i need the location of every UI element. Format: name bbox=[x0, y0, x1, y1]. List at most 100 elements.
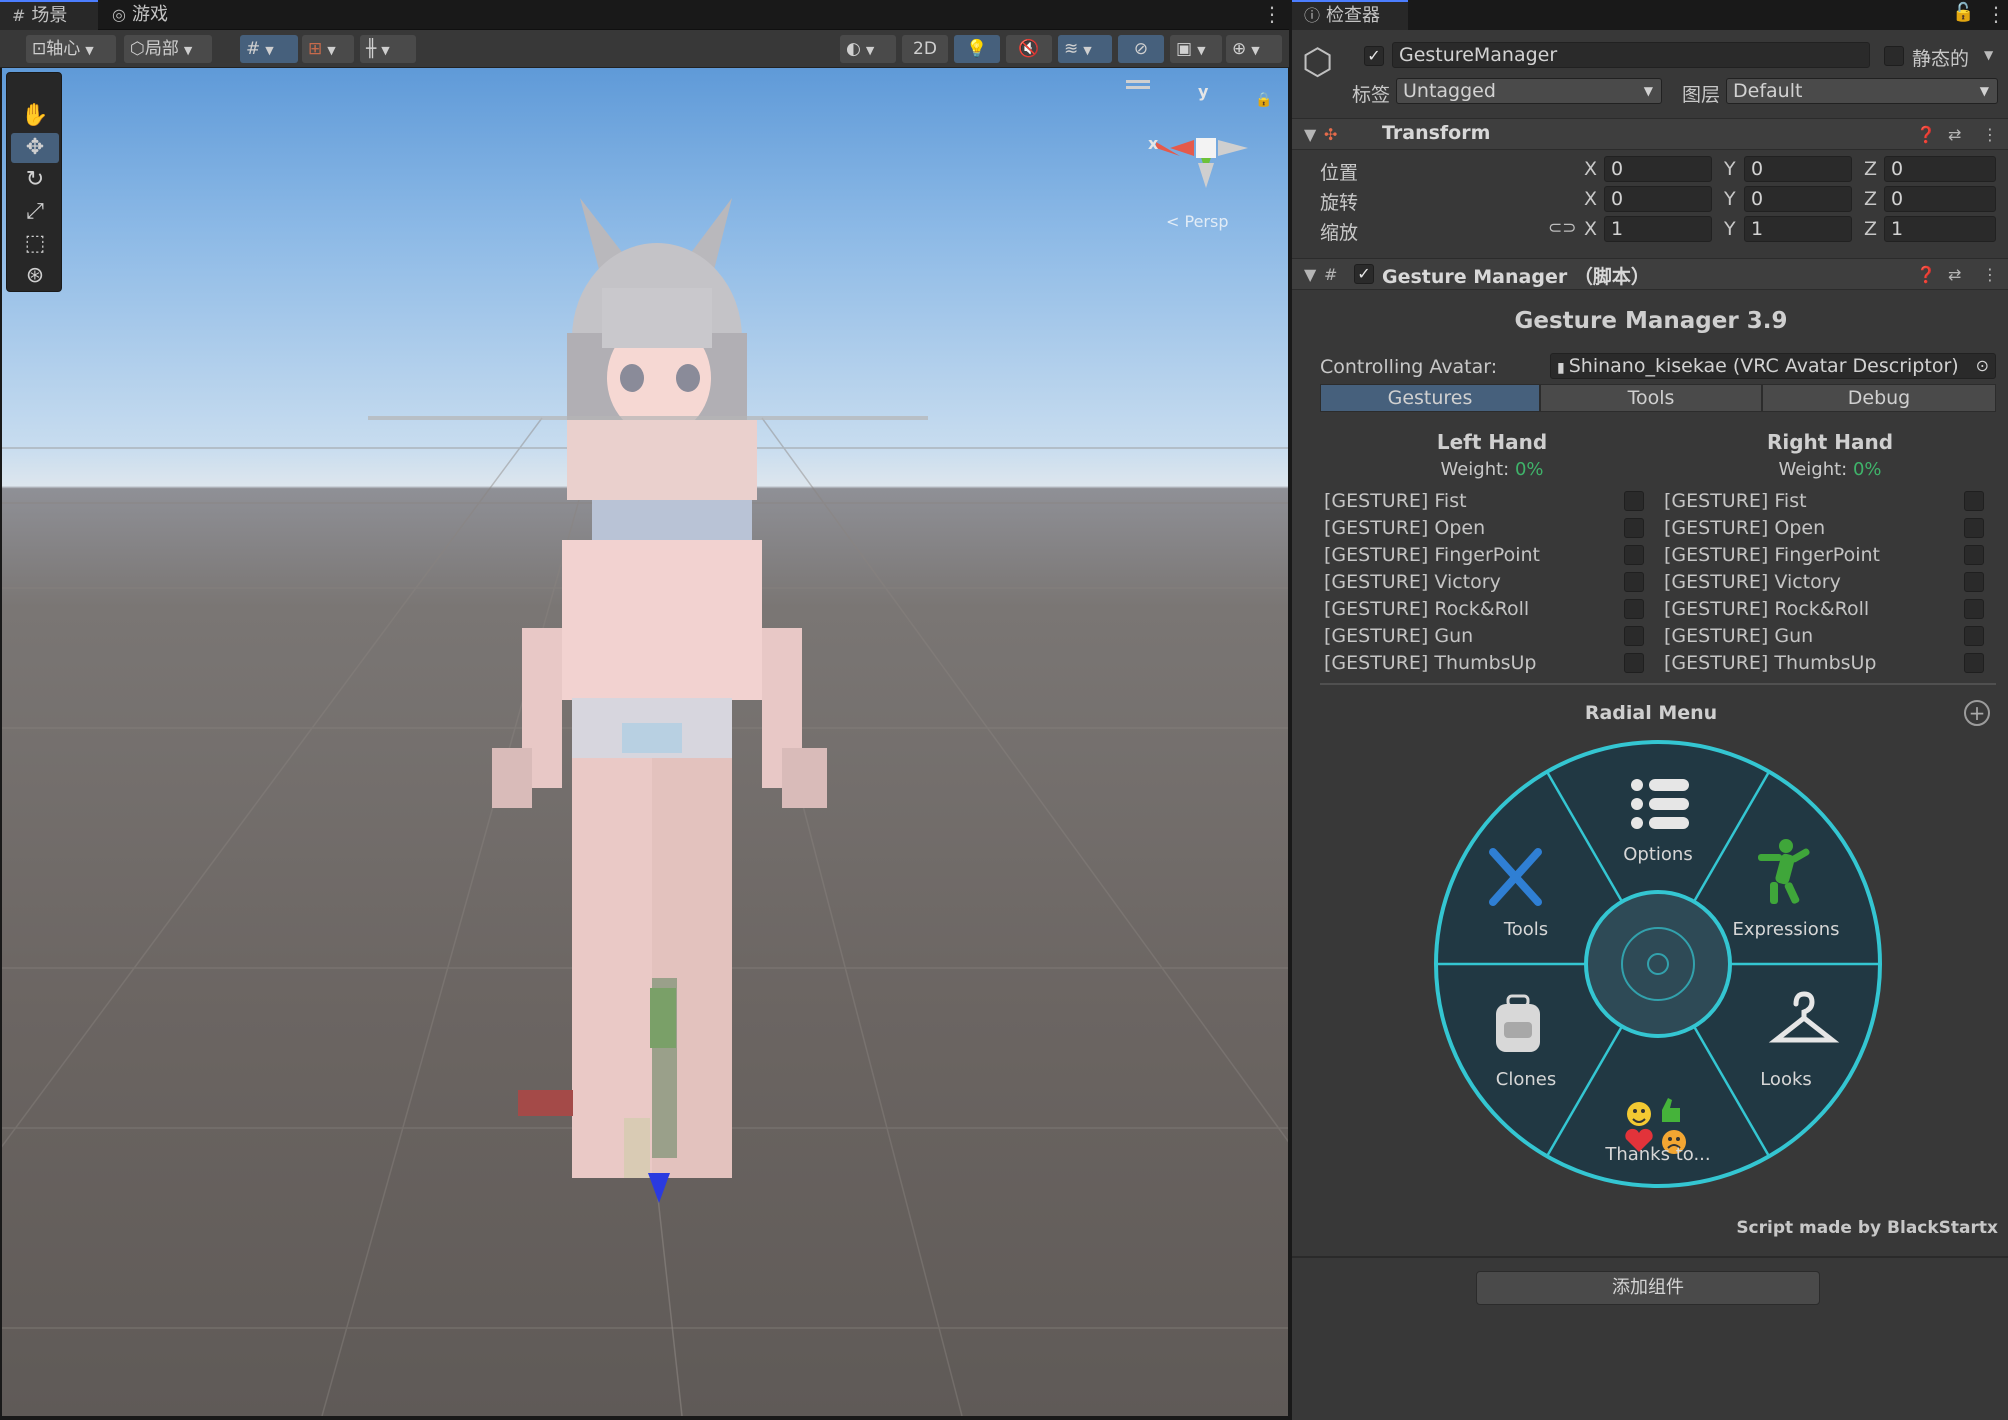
more-menu-icon[interactable]: ⋮ bbox=[1982, 265, 1998, 284]
move-tool-icon[interactable]: ✥ bbox=[11, 133, 59, 163]
radial-expressions-label[interactable]: Expressions bbox=[1706, 919, 1866, 940]
pivot-icon: ⊡ bbox=[32, 39, 47, 59]
tab-tools[interactable]: Tools bbox=[1540, 384, 1762, 412]
help-icon[interactable]: ❓ bbox=[1916, 265, 1936, 284]
object-name-field[interactable]: GestureManager bbox=[1392, 42, 1870, 68]
rect-tool-icon[interactable]: ⬚ bbox=[11, 229, 59, 259]
link-icon[interactable]: ⊂⊃ bbox=[1548, 218, 1577, 238]
object-picker-icon[interactable]: ⊙ bbox=[1976, 354, 1989, 378]
pivot-marker[interactable] bbox=[648, 1173, 670, 1203]
pos-z-field[interactable]: 0 bbox=[1884, 156, 1996, 182]
pivot-label: 轴心 bbox=[46, 39, 81, 59]
add-component-button[interactable]: 添加组件 bbox=[1476, 1271, 1820, 1305]
tab-scene[interactable]: # 场景 bbox=[0, 0, 98, 30]
ruler-button[interactable]: ╫ ▼ bbox=[360, 35, 416, 63]
radial-menu[interactable] bbox=[1428, 734, 1888, 1194]
radial-tools-label[interactable]: Tools bbox=[1446, 919, 1606, 940]
inspector-panel: ⓘ 检查器 🔓 ⋮ ⬡ ✓ GestureManager 静态的 ▼ 标签 Unt… bbox=[1290, 0, 2008, 1420]
radial-clones-label[interactable]: Clones bbox=[1446, 1069, 1606, 1090]
right-gesture-open-checkbox[interactable] bbox=[1964, 518, 1984, 538]
pos-y-field[interactable]: 0 bbox=[1744, 156, 1852, 182]
increment-snap-button[interactable]: ⊞ ▼ bbox=[302, 35, 354, 63]
right-gesture-victory-checkbox[interactable] bbox=[1964, 572, 1984, 592]
lighting-toggle[interactable]: 💡 bbox=[954, 35, 1000, 63]
tab-game[interactable]: ◎ 游戏 bbox=[100, 0, 190, 30]
rot-x-axis: X bbox=[1584, 188, 1598, 210]
audio-toggle[interactable]: 🔇 bbox=[1006, 35, 1052, 63]
foldout-arrow-icon[interactable]: ▼ bbox=[1304, 265, 1316, 284]
help-icon[interactable]: ❓ bbox=[1916, 125, 1936, 144]
chevron-down-icon[interactable]: ▼ bbox=[1984, 48, 1993, 62]
lock-icon[interactable]: 🔒 bbox=[1255, 92, 1272, 108]
layer-dropdown[interactable]: Default ▼ bbox=[1726, 78, 1998, 104]
orientation-gizmo[interactable] bbox=[1156, 138, 1248, 188]
rot-z-field[interactable]: 0 bbox=[1884, 186, 1996, 212]
right-gesture-thumbsup-checkbox[interactable] bbox=[1964, 653, 1984, 673]
left-gesture-victory-checkbox[interactable] bbox=[1624, 572, 1644, 592]
scale-tool-icon[interactable]: ⤢ bbox=[11, 197, 59, 227]
presets-icon[interactable]: ⇄ bbox=[1948, 125, 1961, 144]
left-gesture-fingerpoint-checkbox[interactable] bbox=[1624, 545, 1644, 565]
controlling-avatar-label: Controlling Avatar: bbox=[1320, 356, 1498, 378]
scale-z-field[interactable]: 1 bbox=[1884, 216, 1996, 242]
pos-x-field[interactable]: 0 bbox=[1604, 156, 1712, 182]
right-gesture-gun-checkbox[interactable] bbox=[1964, 626, 1984, 646]
effects-toggle[interactable]: ≋ ▼ bbox=[1058, 35, 1112, 63]
camera-button[interactable]: ▣ ▼ bbox=[1170, 35, 1222, 63]
rot-y-field[interactable]: 0 bbox=[1744, 186, 1852, 212]
hand-tool-icon[interactable]: ✋ bbox=[11, 101, 59, 131]
left-gesture-open-checkbox[interactable] bbox=[1624, 518, 1644, 538]
right-gesture-rockandroll-checkbox[interactable] bbox=[1964, 599, 1984, 619]
transform-tool-icon[interactable]: ⊛ bbox=[11, 261, 59, 291]
pivot-toggle[interactable]: ⊡轴心 ▼ bbox=[26, 35, 116, 63]
presets-icon[interactable]: ⇄ bbox=[1948, 265, 1961, 284]
more-menu-icon[interactable]: ⋮ bbox=[1262, 2, 1282, 26]
more-menu-icon[interactable]: ⋮ bbox=[1982, 125, 1998, 144]
pos-y-axis: Y bbox=[1724, 158, 1736, 180]
list-icon bbox=[1631, 779, 1689, 829]
transform-header[interactable]: ▼ ✣ Transform ❓ ⇄ ⋮ bbox=[1292, 118, 2008, 150]
left-gesture-fist-checkbox[interactable] bbox=[1624, 491, 1644, 511]
local-global-toggle[interactable]: ⬡局部 ▼ bbox=[124, 35, 212, 63]
tab-debug[interactable]: Debug bbox=[1762, 384, 1996, 412]
left-weight-label: Weight: bbox=[1440, 459, 1510, 480]
foldout-arrow-icon[interactable]: ▼ bbox=[1304, 125, 1316, 144]
right-weight: Weight: 0% bbox=[1720, 459, 1940, 480]
component-enabled-checkbox[interactable]: ✓ bbox=[1354, 264, 1374, 284]
tab-gestures[interactable]: Gestures bbox=[1320, 384, 1540, 412]
gamepad-icon: ◎ bbox=[112, 5, 126, 24]
radial-options-label[interactable]: Options bbox=[1578, 844, 1738, 865]
controlling-avatar-field[interactable]: ▮ Shinano_kisekae (VRC Avatar Descriptor)… bbox=[1550, 353, 1996, 379]
chevron-down-icon: ▼ bbox=[381, 44, 390, 57]
more-menu-icon[interactable]: ⋮ bbox=[1986, 2, 2006, 26]
radial-thanks-label[interactable]: Thanks to... bbox=[1578, 1144, 1738, 1165]
perspective-label[interactable]: < Persp bbox=[1166, 212, 1228, 231]
rotate-tool-icon[interactable]: ↻ bbox=[11, 165, 59, 195]
rot-x-field[interactable]: 0 bbox=[1604, 186, 1712, 212]
mode-2d-button[interactable]: 2D bbox=[902, 35, 948, 63]
lock-icon[interactable]: 🔓 bbox=[1952, 2, 1974, 23]
left-gesture-thumbsup-checkbox[interactable] bbox=[1624, 653, 1644, 673]
grid-snap-button[interactable]: # ▼ bbox=[240, 35, 298, 63]
shading-mode-button[interactable]: ◐ ▼ bbox=[840, 35, 896, 63]
gizmos-button[interactable]: ⊕ ▼ bbox=[1226, 35, 1282, 63]
globe-icon: ⊕ bbox=[1232, 39, 1247, 59]
visibility-toggle[interactable]: ⊘ bbox=[1118, 35, 1164, 63]
active-checkbox[interactable]: ✓ bbox=[1364, 46, 1384, 66]
scene-viewport[interactable]: y x 🔒 < Persp bbox=[2, 68, 1288, 1416]
layers-icon: ≋ bbox=[1064, 39, 1079, 59]
snap-increment-icon: ⊞ bbox=[308, 39, 323, 59]
tag-dropdown[interactable]: Untagged ▼ bbox=[1396, 78, 1662, 104]
scale-x-field[interactable]: 1 bbox=[1604, 216, 1712, 242]
add-circle-icon[interactable]: + bbox=[1964, 700, 1990, 726]
radial-looks-label[interactable]: Looks bbox=[1706, 1069, 1866, 1090]
grid-icon: # bbox=[12, 6, 26, 25]
right-gesture-fingerpoint-checkbox[interactable] bbox=[1964, 545, 1984, 565]
tab-inspector[interactable]: ⓘ 检查器 bbox=[1292, 0, 1408, 30]
scale-y-field[interactable]: 1 bbox=[1744, 216, 1852, 242]
static-checkbox[interactable] bbox=[1884, 46, 1904, 66]
left-gesture-rockandroll-checkbox[interactable] bbox=[1624, 599, 1644, 619]
right-gesture-fist-checkbox[interactable] bbox=[1964, 491, 1984, 511]
gesture-manager-header[interactable]: ▼ # ✓ Gesture Manager （脚本） ❓ ⇄ ⋮ bbox=[1292, 258, 2008, 290]
left-gesture-gun-checkbox[interactable] bbox=[1624, 626, 1644, 646]
